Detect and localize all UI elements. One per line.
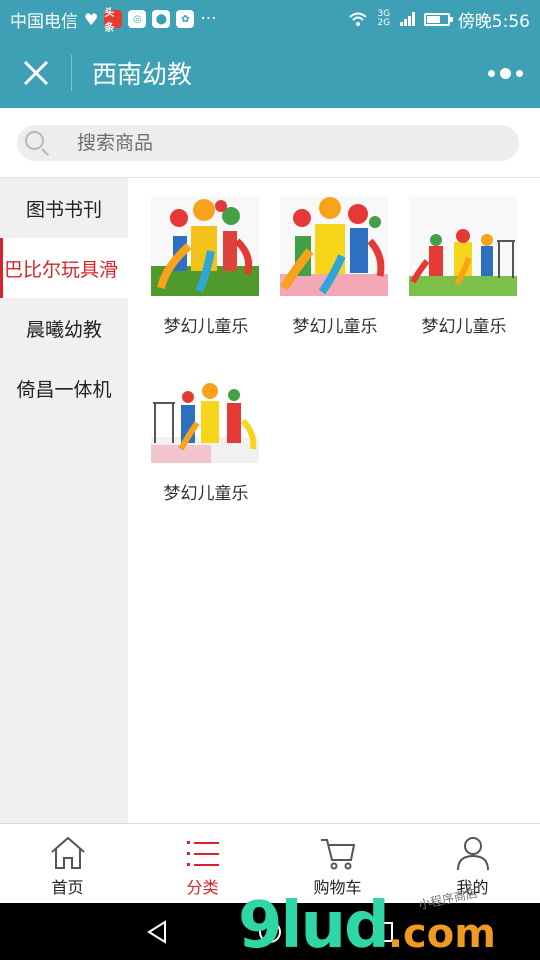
search-input[interactable] <box>77 132 457 154</box>
product-image <box>409 196 517 296</box>
more-dots-icon: ··· <box>200 9 217 29</box>
title-bar: 西南幼教 <box>0 38 540 108</box>
sidebar-item-babier-toys[interactable]: 巴比尔玩具滑 <box>0 238 128 298</box>
product-image <box>151 196 259 296</box>
product-card[interactable]: 梦幻儿童乐 <box>151 196 261 337</box>
product-name: 梦幻儿童乐 <box>421 317 507 337</box>
sidebar-item-yichang[interactable]: 倚昌一体机 <box>0 358 128 418</box>
baidu-paw-icon: ✿ <box>176 10 195 28</box>
tab-cart[interactable]: 购物车 <box>270 824 405 903</box>
cart-icon <box>320 839 355 870</box>
product-card[interactable]: 梦幻儿童乐 <box>151 363 261 504</box>
network-label: 3G 2G <box>377 9 391 28</box>
home-icon <box>50 836 85 869</box>
signal-icon <box>399 12 415 26</box>
battery-icon <box>423 12 453 26</box>
product-name: 梦幻儿童乐 <box>292 317 378 337</box>
circle-home-icon <box>258 920 281 943</box>
sidebar-item-label: 巴比尔玩具滑 <box>4 258 119 281</box>
system-nav-bar <box>0 903 540 960</box>
search-bar[interactable] <box>17 125 519 161</box>
search-section <box>0 108 540 178</box>
more-button[interactable] <box>470 67 540 79</box>
carrier-label: 中国电信 <box>10 11 78 32</box>
tab-home[interactable]: 首页 <box>0 824 135 903</box>
bottom-tab-bar: 首页 分类 购物车 我的 <box>0 823 540 903</box>
heart-icon: ♥ <box>84 9 99 29</box>
sidebar-item-chenxi[interactable]: 晨曦幼教 <box>0 298 128 358</box>
more-dots-icon <box>487 69 495 77</box>
status-time: 傍晚5:56 <box>457 11 530 32</box>
product-card[interactable]: 梦幻儿童乐 <box>409 196 519 337</box>
sidebar-item-books[interactable]: 图书书刊 <box>0 178 128 238</box>
close-button[interactable] <box>0 55 72 91</box>
product-card[interactable]: 梦幻儿童乐 <box>280 196 390 337</box>
map-pin-icon: ⬤ <box>152 10 171 28</box>
product-name: 梦幻儿童乐 <box>163 317 249 337</box>
tab-label: 我的 <box>456 878 489 897</box>
tab-mine[interactable]: 我的 <box>405 824 540 903</box>
recents-button[interactable] <box>368 917 398 947</box>
back-button[interactable] <box>142 917 172 947</box>
tab-label: 首页 <box>51 878 84 897</box>
sidebar-item-label: 晨曦幼教 <box>25 318 102 341</box>
tab-label: 分类 <box>186 878 219 897</box>
back-icon <box>146 919 166 944</box>
home-nav-button[interactable] <box>255 917 285 947</box>
weibo-icon: ◎ <box>128 10 147 28</box>
product-image <box>280 196 388 296</box>
product-grid: 梦幻儿童乐 梦幻儿童乐 梦幻儿童乐 梦幻儿童乐 <box>128 178 540 823</box>
list-icon <box>186 841 219 866</box>
search-icon <box>23 129 51 157</box>
product-image <box>151 363 259 463</box>
tab-label: 购物车 <box>313 878 362 897</box>
wifi-icon <box>349 12 367 26</box>
tab-category[interactable]: 分类 <box>135 824 270 903</box>
sidebar-item-label: 图书书刊 <box>25 198 102 221</box>
news-app-icon: 头条 <box>104 8 123 34</box>
user-icon <box>456 837 489 871</box>
sidebar-item-label: 倚昌一体机 <box>16 378 112 401</box>
page-title: 西南幼教 <box>92 60 193 89</box>
square-recents-icon <box>373 921 394 942</box>
close-icon <box>23 60 48 86</box>
category-sidebar: 图书书刊 巴比尔玩具滑 晨曦幼教 倚昌一体机 <box>0 178 128 823</box>
product-name: 梦幻儿童乐 <box>163 484 249 504</box>
status-bar: 中国电信 ♥ 头条 ◎ ⬤ ✿ ··· 3G 2G 傍晚5:56 <box>0 0 540 38</box>
